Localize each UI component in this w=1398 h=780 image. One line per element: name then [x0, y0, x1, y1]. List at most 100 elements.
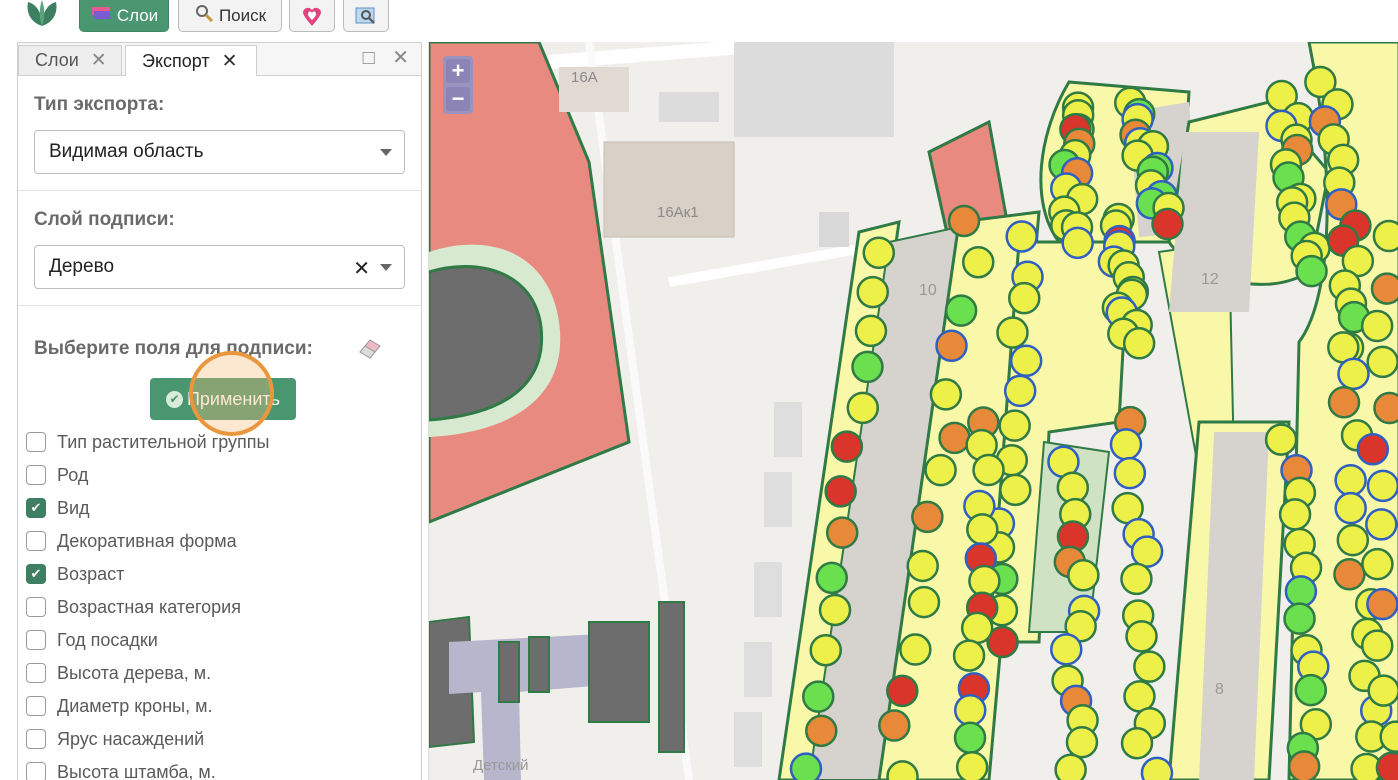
- clear-selection-icon[interactable]: ✕: [353, 256, 370, 281]
- tab-layers[interactable]: Слои ✕: [18, 45, 122, 75]
- tree-marker[interactable]: [998, 409, 1031, 442]
- tree-marker[interactable]: [856, 275, 890, 309]
- layers-button[interactable]: Слои: [79, 0, 169, 32]
- tree-marker[interactable]: [862, 236, 896, 269]
- tree-marker[interactable]: [1367, 674, 1398, 707]
- tree-marker[interactable]: [1113, 456, 1147, 490]
- tree-marker[interactable]: [1122, 327, 1156, 360]
- tree-marker[interactable]: [851, 350, 884, 384]
- tree-marker[interactable]: [929, 378, 963, 411]
- tree-marker[interactable]: [938, 421, 971, 455]
- tree-marker[interactable]: [1334, 464, 1367, 497]
- field-checkbox-row[interactable]: Высота дерева, м.: [26, 658, 211, 688]
- close-panel-icon[interactable]: ✕: [392, 47, 409, 69]
- tree-marker[interactable]: [830, 430, 864, 463]
- tree-marker[interactable]: [878, 709, 911, 742]
- tree-marker[interactable]: [1284, 575, 1318, 608]
- tree-marker[interactable]: [911, 500, 944, 534]
- tree-marker[interactable]: [972, 453, 1005, 487]
- tree-marker[interactable]: [1366, 587, 1398, 621]
- checkbox-checked[interactable]: ✔: [26, 564, 46, 584]
- tree-marker[interactable]: [999, 473, 1032, 507]
- tree-marker[interactable]: [854, 314, 888, 348]
- tree-marker[interactable]: [1365, 508, 1398, 541]
- maximize-icon[interactable]: □: [363, 47, 375, 69]
- tree-marker[interactable]: [1054, 753, 1087, 780]
- favorites-button[interactable]: [289, 0, 335, 32]
- checkbox[interactable]: [26, 762, 46, 780]
- export-type-select[interactable]: Видимая область: [34, 130, 405, 174]
- field-checkbox-row[interactable]: Высота штамба, м.: [26, 757, 216, 780]
- tree-marker[interactable]: [907, 585, 941, 619]
- tree-marker[interactable]: [996, 316, 1029, 349]
- tree-marker[interactable]: [961, 245, 995, 279]
- tree-marker[interactable]: [825, 516, 859, 549]
- checkbox[interactable]: [26, 531, 46, 551]
- tree-marker[interactable]: [1366, 345, 1398, 379]
- field-checkbox-row[interactable]: Диаметр кроны, м.: [26, 691, 212, 721]
- tree-marker[interactable]: [953, 721, 987, 754]
- tree-marker[interactable]: [1333, 558, 1366, 591]
- label-layer-select[interactable]: Дерево ✕: [34, 245, 405, 289]
- field-checkbox-row[interactable]: Год посадки: [26, 625, 158, 655]
- tree-marker[interactable]: [1337, 357, 1370, 391]
- tab-export[interactable]: Экспорт ✕: [125, 45, 257, 76]
- map-view[interactable]: 16А 16Ак1 10 12 8 Детский + −: [428, 42, 1398, 780]
- tree-marker[interactable]: [1123, 680, 1156, 713]
- field-checkbox-row[interactable]: Тип растительной группы: [26, 427, 269, 457]
- tree-marker[interactable]: [966, 513, 999, 546]
- tree-marker[interactable]: [818, 593, 852, 627]
- tree-marker[interactable]: [944, 294, 978, 327]
- tree-marker[interactable]: [1361, 547, 1394, 581]
- tree-marker[interactable]: [1140, 756, 1174, 780]
- tree-marker[interactable]: [1295, 254, 1328, 288]
- checkbox[interactable]: [26, 465, 46, 485]
- map-print-button[interactable]: [343, 0, 389, 32]
- map-canvas[interactable]: 16А 16Ак1 10 12 8 Детский: [429, 42, 1398, 780]
- checkbox[interactable]: [26, 597, 46, 617]
- tree-marker[interactable]: [789, 752, 823, 780]
- checkbox[interactable]: [26, 663, 46, 683]
- tree-marker[interactable]: [955, 751, 989, 780]
- tree-marker[interactable]: [1008, 281, 1041, 315]
- tree-marker[interactable]: [1050, 633, 1083, 666]
- tree-marker[interactable]: [1120, 726, 1154, 760]
- tree-marker[interactable]: [1009, 344, 1043, 377]
- tree-marker[interactable]: [906, 549, 939, 583]
- tree-marker[interactable]: [1067, 559, 1100, 592]
- tree-marker[interactable]: [1278, 498, 1312, 531]
- search-button[interactable]: Поиск: [178, 0, 282, 32]
- field-checkbox-row[interactable]: ✔ Возраст: [26, 559, 124, 589]
- field-checkbox-row[interactable]: Возрастная категория: [26, 592, 241, 622]
- tree-marker[interactable]: [947, 204, 981, 238]
- tree-marker[interactable]: [815, 561, 848, 595]
- tree-marker[interactable]: [1065, 725, 1099, 759]
- tree-marker[interactable]: [802, 680, 835, 713]
- tree-marker[interactable]: [935, 329, 968, 363]
- tree-marker[interactable]: [899, 633, 932, 666]
- tree-marker[interactable]: [960, 611, 994, 645]
- tree-marker[interactable]: [809, 633, 842, 667]
- tree-marker[interactable]: [1109, 428, 1143, 461]
- close-tab-layers-icon[interactable]: ✕: [91, 49, 107, 72]
- tree-marker[interactable]: [1327, 386, 1361, 419]
- tree-marker[interactable]: [1151, 207, 1184, 241]
- close-tab-export-icon[interactable]: ✕: [222, 50, 238, 73]
- checkbox[interactable]: [26, 729, 46, 749]
- checkbox[interactable]: [26, 696, 46, 716]
- tree-marker[interactable]: [1283, 602, 1316, 635]
- field-checkbox-row[interactable]: ✔ Вид: [26, 493, 90, 523]
- tree-marker[interactable]: [1373, 391, 1398, 425]
- checkbox[interactable]: [26, 432, 46, 452]
- tree-marker[interactable]: [1061, 226, 1094, 260]
- tree-marker[interactable]: [1005, 220, 1038, 253]
- checkbox-checked[interactable]: ✔: [26, 498, 46, 518]
- tree-marker[interactable]: [1366, 469, 1398, 503]
- field-checkbox-row[interactable]: Ярус насаждений: [26, 724, 204, 754]
- tree-marker[interactable]: [805, 714, 838, 748]
- tree-marker[interactable]: [1003, 374, 1037, 408]
- tree-marker[interactable]: [886, 760, 919, 780]
- tree-marker[interactable]: [1287, 750, 1321, 780]
- eraser-icon[interactable]: [356, 336, 384, 360]
- checkbox[interactable]: [26, 630, 46, 650]
